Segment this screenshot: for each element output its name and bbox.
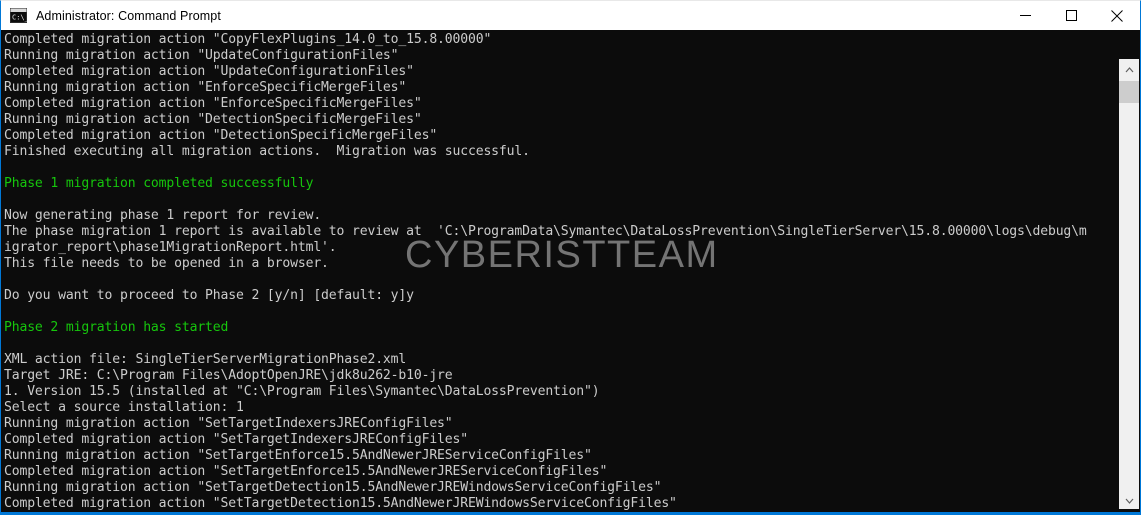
vertical-scrollbar[interactable]: [1118, 59, 1139, 509]
console-line: This file needs to be opened in a browse…: [4, 256, 329, 271]
console-line: Now generating phase 1 report for review…: [4, 208, 322, 223]
svg-text:C:\_: C:\_: [12, 14, 27, 22]
console-line: XML action file: SingleTierServerMigrati…: [4, 352, 407, 367]
console-line: Completed migration action "EnforceSpeci…: [4, 96, 422, 111]
console-text: Completed migration action "CopyFlexPlug…: [4, 32, 1116, 512]
console-line: Finished executing all migration actions…: [4, 144, 530, 159]
scroll-down-icon: [1125, 491, 1134, 509]
console-line: Phase 2 migration has started: [4, 320, 229, 335]
console-line: Running migration action "EnforceSpecifi…: [4, 80, 407, 95]
close-button[interactable]: [1094, 1, 1140, 30]
console-line: Do you want to proceed to Phase 2 [y/n] …: [4, 288, 414, 303]
console-line: Completed migration action "CopyFlexPlug…: [4, 32, 492, 47]
window-title: Administrator: Command Prompt: [36, 8, 221, 23]
scroll-up-icon: [1125, 60, 1134, 78]
scroll-down-button[interactable]: [1119, 490, 1139, 509]
scroll-up-button[interactable]: [1119, 59, 1139, 78]
console-output-area[interactable]: CYBERISTTEAM Completed migration action …: [1, 30, 1140, 512]
console-line: Phase 1 migration completed successfully: [4, 176, 314, 191]
command-prompt-window: C:\_ Administrator: Command Prompt CYBER…: [0, 0, 1141, 515]
console-line: igrator_report\phase1MigrationReport.htm…: [4, 240, 337, 255]
console-line: Completed migration action "SetTargetDet…: [4, 496, 677, 511]
close-icon: [1111, 9, 1123, 22]
maximize-icon: [1065, 10, 1077, 21]
console-line: Completed migration action "SetTargetInd…: [4, 432, 468, 447]
console-line: Target JRE: C:\Program Files\AdoptOpenJR…: [4, 368, 453, 383]
console-icon: C:\_: [10, 8, 30, 23]
console-line: Running migration action "SetTargetDetec…: [4, 480, 662, 495]
maximize-button[interactable]: [1048, 1, 1094, 30]
minimize-icon: [1019, 10, 1031, 21]
console-line: Running migration action "SetTargetEnfor…: [4, 448, 592, 463]
console-line: Completed migration action "UpdateConfig…: [4, 64, 414, 79]
title-bar[interactable]: C:\_ Administrator: Command Prompt: [1, 1, 1140, 30]
console-line: Completed migration action "DetectionSpe…: [4, 128, 438, 143]
console-line: The phase migration 1 report is availabl…: [4, 224, 1087, 239]
console-line: Select a source installation: 1: [4, 400, 244, 415]
console-line: 1. Version 15.5 (installed at "C:\Progra…: [4, 384, 600, 399]
console-line: Running migration action "SetTargetIndex…: [4, 416, 453, 431]
console-line: Running migration action "UpdateConfigur…: [4, 48, 399, 63]
console-line: Completed migration action "SetTargetEnf…: [4, 464, 608, 479]
minimize-button[interactable]: [1002, 1, 1048, 30]
console-line: Running migration action "DetectionSpeci…: [4, 112, 422, 127]
scrollbar-thumb[interactable]: [1119, 81, 1139, 103]
